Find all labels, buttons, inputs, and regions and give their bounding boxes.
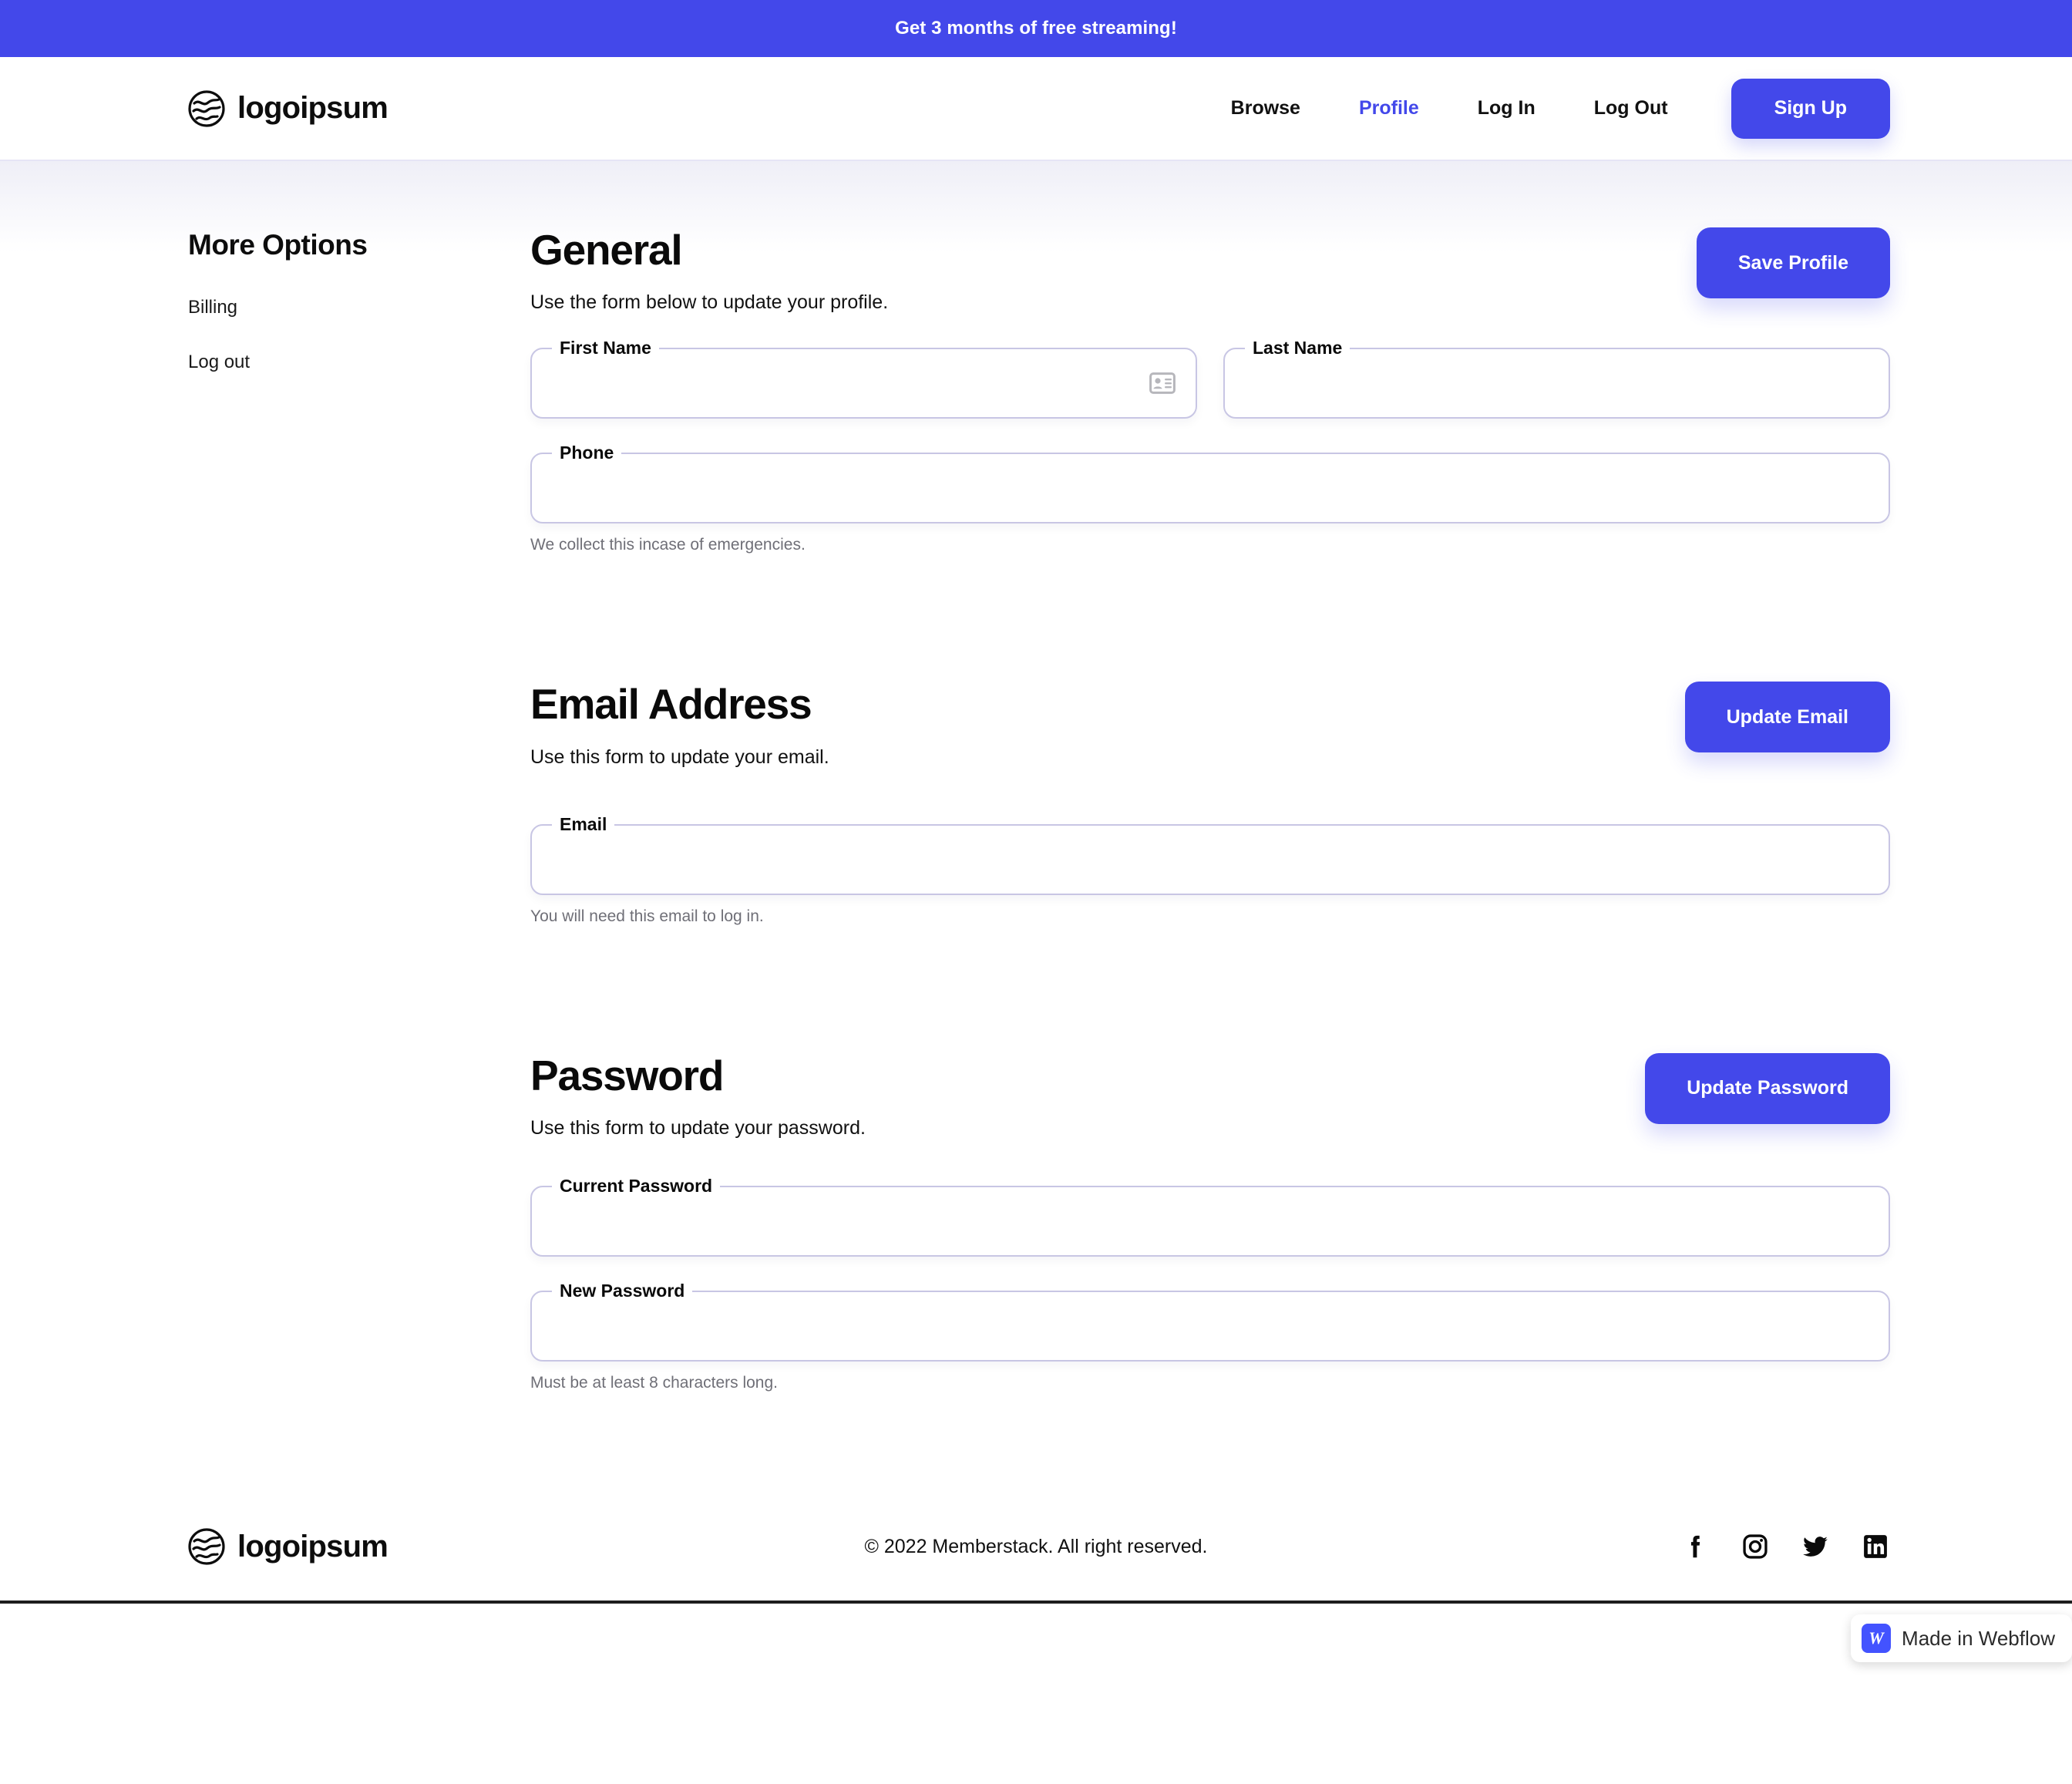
general-heading: General [530, 226, 683, 274]
first-name-input[interactable] [532, 349, 1196, 418]
made-in-webflow-badge[interactable]: W Made in Webflow [1851, 1614, 2072, 1663]
password-heading: Password [530, 1051, 724, 1099]
email-help-text: You will need this email to log in. [530, 907, 764, 925]
email-input[interactable] [532, 825, 1889, 894]
footer-brand-name: logoipsum [237, 1529, 388, 1564]
made-in-webflow-label: Made in Webflow [1902, 1626, 2055, 1650]
email-section-header: Email Address Use this form to update yo… [530, 680, 1890, 768]
nav-links: Browse Profile Log In Log Out Sign Up [1202, 78, 1890, 139]
password-section-titles: Password Use this form to update your pa… [530, 1051, 866, 1139]
sidebar-item-logout[interactable]: Log out [188, 352, 530, 373]
new-password-help-text: Must be at least 8 characters long. [530, 1374, 778, 1392]
password-section: Password Use this form to update your pa… [530, 1051, 1890, 1392]
email-subtitle: Use this form to update your email. [530, 746, 829, 768]
footer-brand-link[interactable]: logoipsum [188, 1528, 388, 1565]
current-password-label: Current Password [552, 1176, 721, 1197]
page-bottom-rule [0, 1601, 2072, 1604]
email-section-titles: Email Address Use this form to update yo… [530, 680, 829, 768]
password-subtitle: Use this form to update your password. [530, 1117, 866, 1139]
general-subtitle: Use the form below to update your profil… [530, 291, 889, 314]
last-name-label: Last Name [1245, 338, 1350, 359]
password-section-header: Password Use this form to update your pa… [530, 1051, 1890, 1139]
email-field: Email You will need this email to log in… [530, 813, 1890, 926]
email-field-row: Email You will need this email to log in… [530, 813, 1890, 926]
general-section: General Use the form below to update you… [530, 227, 1890, 554]
phone-label: Phone [552, 443, 622, 464]
phone-input[interactable] [532, 454, 1889, 523]
new-password-field: New Password Must be at least 8 characte… [530, 1281, 1890, 1392]
update-email-button[interactable]: Update Email [1684, 682, 1890, 753]
save-profile-button[interactable]: Save Profile [1696, 227, 1890, 298]
last-name-box[interactable]: Last Name [1223, 338, 1890, 419]
nav-link-browse[interactable]: Browse [1202, 97, 1330, 119]
general-section-header: General Use the form below to update you… [530, 227, 1890, 314]
more-options-sidebar: More Options Billing Log out [188, 161, 530, 1392]
phone-field: Phone We collect this incase of emergenc… [530, 443, 1890, 554]
section-spacer-1 [530, 554, 1890, 682]
nav-link-login[interactable]: Log In [1448, 97, 1565, 119]
main-navbar: logoipsum Browse Profile Log In Log Out … [0, 57, 2072, 160]
last-name-field: Last Name [1223, 338, 1890, 419]
email-section: Email Address Use this form to update yo… [530, 680, 1890, 926]
section-spacer-2 [530, 926, 1890, 1053]
first-name-field: First Name [530, 338, 1197, 419]
current-password-row: Current Password [530, 1176, 1890, 1257]
general-section-titles: General Use the form below to update you… [530, 227, 888, 314]
twitter-icon[interactable] [1801, 1532, 1830, 1561]
profile-forms: General Use the form below to update you… [530, 161, 1890, 1392]
brand-name: logoipsum [237, 91, 388, 125]
email-heading: Email Address [530, 680, 812, 729]
sign-up-button[interactable]: Sign Up [1731, 78, 1890, 139]
instagram-icon[interactable] [1741, 1532, 1770, 1561]
sidebar-item-billing[interactable]: Billing [188, 297, 530, 318]
phone-help-text: We collect this incase of emergencies. [530, 536, 806, 554]
facebook-icon[interactable] [1680, 1532, 1710, 1561]
last-name-input[interactable] [1225, 349, 1889, 418]
promo-banner-text: Get 3 months of free streaming! [895, 18, 1177, 39]
current-password-box[interactable]: Current Password [530, 1176, 1890, 1257]
current-password-input[interactable] [532, 1187, 1889, 1256]
brand-logo-link[interactable]: logoipsum [188, 89, 388, 127]
footer-inner: logoipsum © 2022 Memberstack. All right … [188, 1528, 1890, 1604]
new-password-label: New Password [552, 1281, 693, 1302]
logoipsum-globe-icon [188, 1528, 225, 1565]
linkedin-icon[interactable] [1861, 1532, 1890, 1561]
first-name-label: First Name [552, 338, 659, 359]
email-box[interactable]: Email [530, 813, 1890, 895]
name-field-row: First Name Last Name [530, 338, 1890, 419]
webflow-logo-icon: W [1862, 1624, 1892, 1654]
nav-link-logout[interactable]: Log Out [1565, 97, 1697, 119]
first-name-box[interactable]: First Name [530, 338, 1197, 419]
email-label: Email [552, 813, 615, 835]
content-wrapper: More Options Billing Log out General Use… [0, 161, 2072, 1392]
page-body: More Options Billing Log out General Use… [0, 160, 2072, 1663]
update-password-button[interactable]: Update Password [1645, 1052, 1890, 1124]
promo-banner[interactable]: Get 3 months of free streaming! [0, 0, 2072, 57]
new-password-row: New Password Must be at least 8 characte… [530, 1281, 1890, 1392]
phone-field-row: Phone We collect this incase of emergenc… [530, 443, 1890, 554]
new-password-input[interactable] [532, 1292, 1889, 1361]
footer-social-links [1680, 1532, 1890, 1561]
page-footer: logoipsum © 2022 Memberstack. All right … [0, 1528, 2072, 1663]
phone-box[interactable]: Phone [530, 443, 1890, 524]
current-password-field: Current Password [530, 1176, 1890, 1257]
sidebar-title: More Options [188, 229, 368, 261]
nav-link-profile[interactable]: Profile [1330, 97, 1448, 119]
new-password-box[interactable]: New Password [530, 1281, 1890, 1362]
logoipsum-globe-icon [188, 89, 225, 127]
